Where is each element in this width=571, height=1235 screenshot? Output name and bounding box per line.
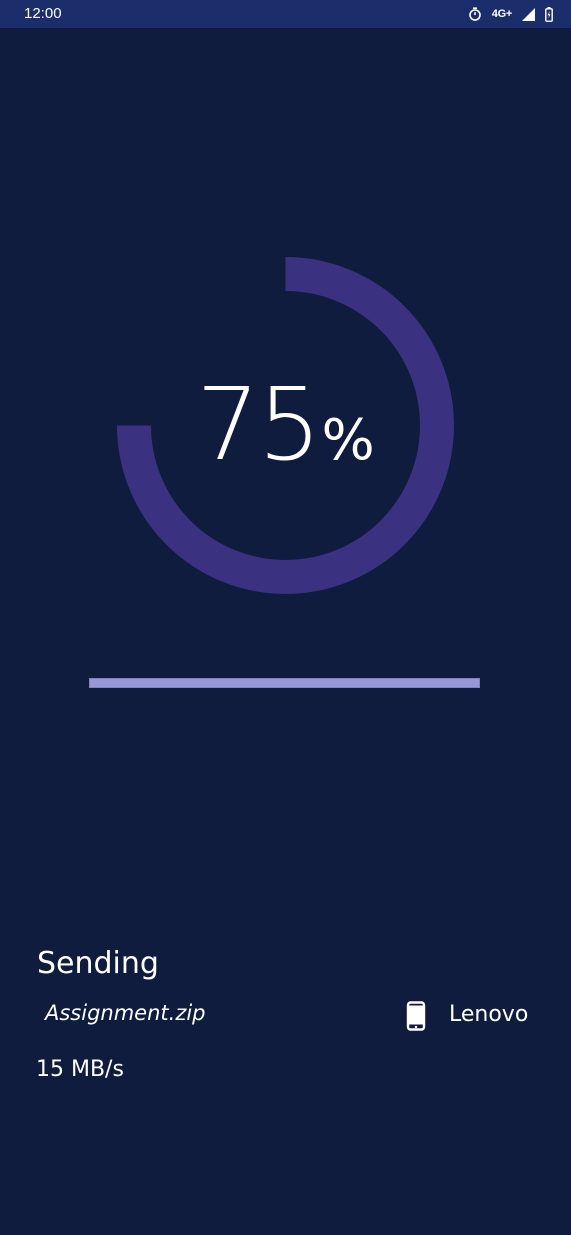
alarm-icon: [468, 7, 482, 21]
network-4g-plus-icon: 4G+: [491, 8, 513, 20]
linear-progress-fill: [90, 679, 479, 687]
percent-sign: %: [321, 408, 375, 473]
transfer-speed: 15 MB/s: [36, 1057, 124, 1082]
linear-progress-bar: [89, 678, 480, 688]
battery-icon: [545, 6, 553, 22]
progress-percent: 75%: [117, 370, 454, 480]
signal-icon: [522, 7, 535, 21]
status-bar: 12:00 4G+: [0, 0, 571, 28]
percent-value: 75: [196, 366, 321, 483]
transfer-status-label: Sending: [37, 946, 159, 981]
status-icons: 4G+: [468, 5, 553, 23]
file-name: Assignment.zip: [45, 1001, 206, 1025]
status-time: 12:00: [24, 5, 62, 22]
phone-icon: [405, 1001, 427, 1031]
device-name: Lenovo: [449, 1002, 529, 1027]
